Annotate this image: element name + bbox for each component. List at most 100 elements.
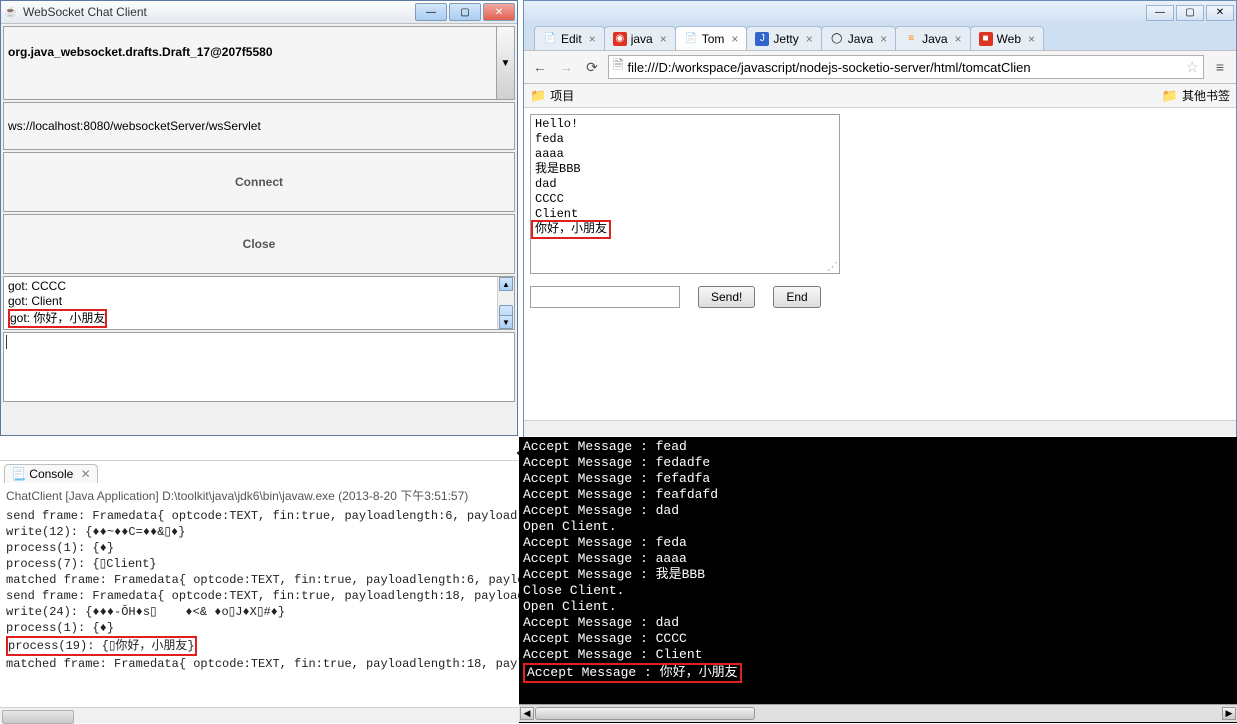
chat-line: CCCC <box>535 192 835 207</box>
jetty-icon: J <box>755 32 769 46</box>
connect-button[interactable]: Connect <box>3 152 515 212</box>
log-line: got: Client <box>8 294 510 309</box>
server-hscrollbar[interactable]: ◀ ▶ <box>519 704 1237 722</box>
scroll-left-button[interactable]: ◀ <box>520 707 534 720</box>
chrome-toolbar: ← → ⟳ 🗎 ☆ ≡ <box>524 50 1236 84</box>
minimize-button[interactable]: — <box>415 3 447 21</box>
console-line: Accept Message : fead <box>523 439 1233 455</box>
console-line: Accept Message : dad <box>523 503 1233 519</box>
end-button[interactable]: End <box>773 286 820 308</box>
scroll-down-button[interactable]: ▼ <box>499 315 513 329</box>
tab-jetty[interactable]: JJetty× <box>746 26 821 50</box>
java-titlebar: ☕ WebSocket Chat Client — ▢ ✕ <box>1 1 517 24</box>
tab-close-icon[interactable]: × <box>955 32 962 46</box>
text-caret <box>6 335 7 349</box>
tab-close-icon[interactable]: × <box>589 32 596 46</box>
web-icon: ■ <box>979 32 993 46</box>
page-content: Hello! feda aaaa 我是BBB dad CCCC Client 你… <box>524 108 1236 438</box>
chat-line: Hello! <box>535 117 835 132</box>
console-line: Accept Message : feafdafd <box>523 487 1233 503</box>
tab-java1[interactable]: ◉java× <box>604 26 676 50</box>
bookmarks-bar: 📁 项目 📁 其他书签 <box>524 84 1236 108</box>
ws-url-field[interactable]: ws://localhost:8080/websocketServer/wsSe… <box>3 102 515 150</box>
log-area: got: CCCC got: Client got: 你好，小朋友 ▲ ▼ <box>3 276 515 330</box>
reload-button[interactable]: ⟳ <box>582 57 602 77</box>
log-line: got: CCCC <box>8 279 510 294</box>
send-button[interactable]: Send! <box>698 286 755 308</box>
scroll-up-button[interactable]: ▲ <box>499 277 513 291</box>
back-button[interactable]: ← <box>530 57 550 77</box>
chrome-tabstrip: 📄Edit× ◉java× 📄Tom× JJetty× ◯Java× ≡Java… <box>524 24 1236 50</box>
folder-icon: 📁 <box>530 88 546 104</box>
tab-web[interactable]: ■Web× <box>970 26 1044 50</box>
tab-close-icon[interactable]: × <box>731 32 738 46</box>
console-line: Accept Message : Client <box>523 647 1233 663</box>
draft-dropdown[interactable]: org.java_websocket.drafts.Draft_17@207f5… <box>3 26 515 100</box>
highlighted-log-line: got: 你好，小朋友 <box>8 309 107 328</box>
close-tab-icon[interactable]: ✕ <box>81 467 91 481</box>
bookmark-star-icon[interactable]: ☆ <box>1186 58 1199 76</box>
stackoverflow-icon: ≡ <box>904 32 918 46</box>
console-line: Accept Message : CCCC <box>523 631 1233 647</box>
tab-close-icon[interactable]: × <box>660 32 667 46</box>
chat-line: feda <box>535 132 835 147</box>
tab-close-icon[interactable]: × <box>880 32 887 46</box>
server-console: Accept Message : fead Accept Message : f… <box>519 437 1237 723</box>
chat-line: aaaa <box>535 147 835 162</box>
console-line: Open Client. <box>523 519 1233 535</box>
chrome-minimize-button[interactable]: — <box>1146 5 1174 21</box>
chrome-window: — ▢ ✕ 📄Edit× ◉java× 📄Tom× JJetty× ◯Java×… <box>523 0 1237 437</box>
chat-line: dad <box>535 177 835 192</box>
github-icon: ◯ <box>830 32 844 46</box>
bookmark-other[interactable]: 📁 其他书签 <box>1162 87 1230 104</box>
send-input[interactable] <box>530 286 680 308</box>
bookmark-projects[interactable]: 📁 项目 <box>530 87 574 104</box>
console-line: Accept Message : feda <box>523 535 1233 551</box>
chat-textarea[interactable]: Hello! feda aaaa 我是BBB dad CCCC Client 你… <box>530 114 840 274</box>
red-circle-icon: ◉ <box>613 32 627 46</box>
console-line: Accept Message : 我是BBB <box>523 567 1233 583</box>
highlighted-console-line: Accept Message : 你好，小朋友 <box>523 663 742 683</box>
close-conn-button[interactable]: Close <box>3 214 515 274</box>
console-line: Open Client. <box>523 599 1233 615</box>
tab-edit[interactable]: 📄Edit× <box>534 26 605 50</box>
folder-icon: 📁 <box>1162 88 1178 104</box>
file-icon: 📄 <box>684 32 698 46</box>
message-input[interactable] <box>3 332 515 402</box>
forward-button[interactable]: → <box>556 57 576 77</box>
tab-tomcat[interactable]: 📄Tom× <box>675 26 748 50</box>
scroll-right-button[interactable]: ▶ <box>1222 707 1236 720</box>
scroll-thumb[interactable] <box>535 707 755 720</box>
resize-handle-icon[interactable]: ⋰ <box>827 261 839 273</box>
console-line: Close Client. <box>523 583 1233 599</box>
tab-so[interactable]: ≡Java× <box>895 26 970 50</box>
tab-github[interactable]: ◯Java× <box>821 26 896 50</box>
draft-dropdown-value: org.java_websocket.drafts.Draft_17@207f5… <box>4 27 277 77</box>
menu-button[interactable]: ≡ <box>1210 57 1230 77</box>
console-line: Accept Message : fefadfa <box>523 471 1233 487</box>
file-icon: 📄 <box>543 32 557 46</box>
eclipse-hscrollbar[interactable] <box>0 707 520 723</box>
console-line: Accept Message : fedadfe <box>523 455 1233 471</box>
console-tab[interactable]: 📃 Console ✕ <box>4 464 98 483</box>
tab-close-icon[interactable]: × <box>1028 32 1035 46</box>
chrome-hscrollbar[interactable] <box>524 420 1236 436</box>
eclipse-console: 📃 Console ✕ ChatClient [Java Application… <box>0 460 520 723</box>
dropdown-arrow-icon[interactable]: ▼ <box>496 27 514 99</box>
chrome-maximize-button[interactable]: ▢ <box>1176 5 1204 21</box>
java-icon: ☕ <box>3 4 19 20</box>
maximize-button[interactable]: ▢ <box>449 3 481 21</box>
chat-line: 我是BBB <box>535 162 835 177</box>
java-title: WebSocket Chat Client <box>23 5 413 19</box>
highlighted-console-line: process(19): {▯你好，小朋友} <box>6 636 197 656</box>
chrome-close-button[interactable]: ✕ <box>1206 5 1234 21</box>
page-icon: 🗎 <box>613 56 623 78</box>
highlighted-chat-line: 你好，小朋友 <box>531 220 611 239</box>
address-bar[interactable]: 🗎 ☆ <box>608 55 1204 79</box>
close-button[interactable]: ✕ <box>483 3 515 21</box>
console-meta: ChatClient [Java Application] D:\toolkit… <box>0 485 520 506</box>
url-input[interactable] <box>627 60 1181 75</box>
tab-close-icon[interactable]: × <box>806 32 813 46</box>
console-line: Accept Message : dad <box>523 615 1233 631</box>
console-output: send frame: Framedata{ optcode:TEXT, fin… <box>0 506 520 674</box>
